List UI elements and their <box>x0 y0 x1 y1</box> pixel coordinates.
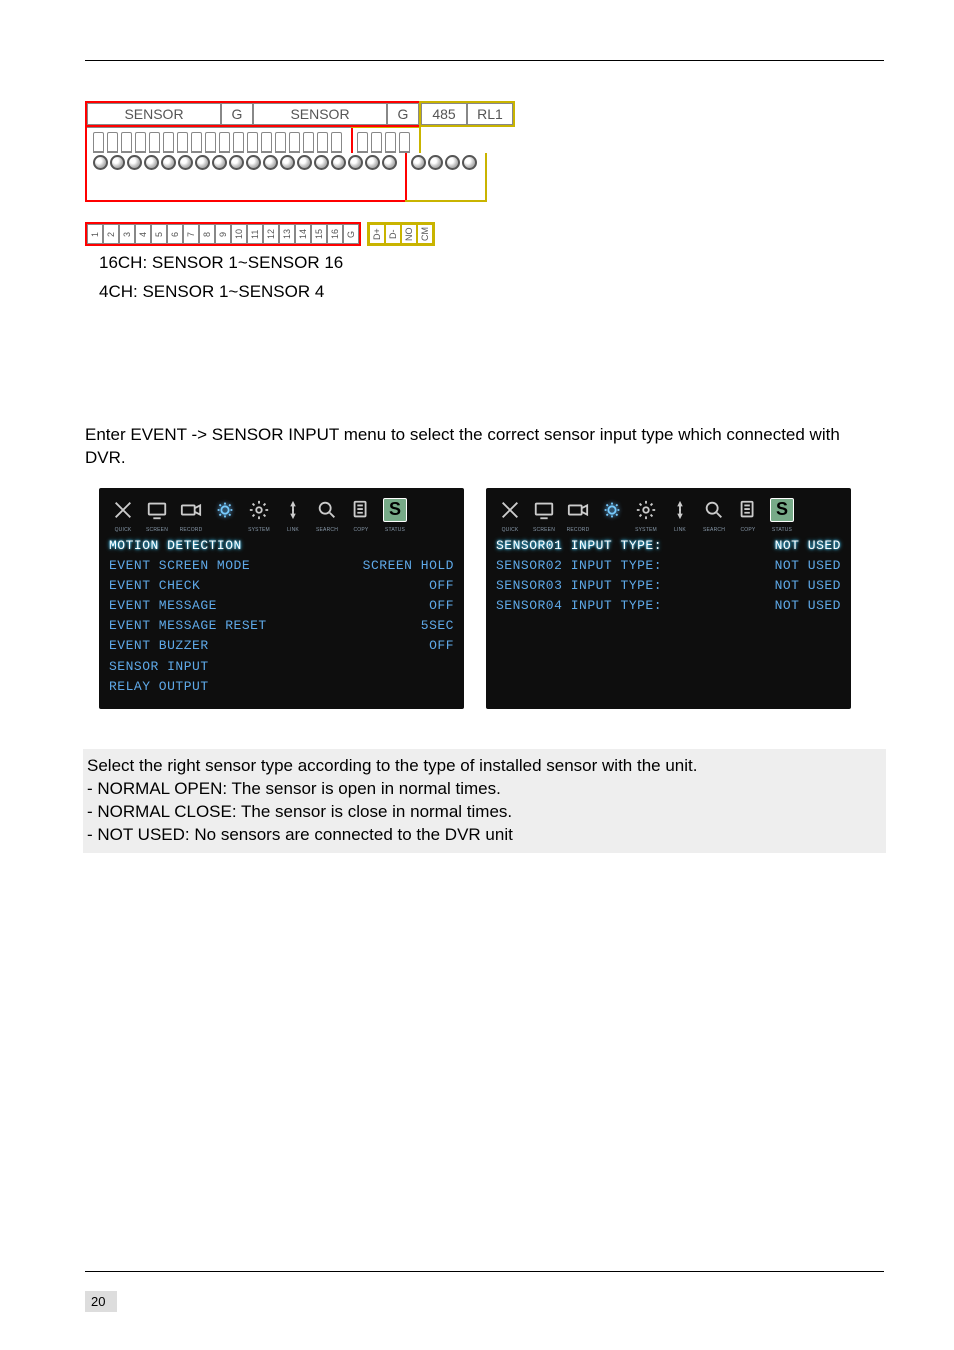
menu-item: EVENT MESSAGE RESET5SEC <box>109 616 454 636</box>
quick-icon: QUICK <box>496 496 524 524</box>
record-icon: RECORD <box>564 496 592 524</box>
copy-icon: COPY <box>734 496 762 524</box>
menu-item: EVENT MESSAGEOFF <box>109 596 454 616</box>
note-block: Select the right sensor type according t… <box>83 749 886 853</box>
paragraph-instruction: Enter EVENT -> SENSOR INPUT menu to sele… <box>85 424 884 470</box>
menu-screenshot-sensor-input: QUICK SCREEN RECORD SYSTEM LINK SEARCH C… <box>486 488 851 709</box>
copy-icon: COPY <box>347 496 375 524</box>
menu-item: SENSOR02 INPUT TYPE:NOT USED <box>496 556 841 576</box>
system-icon: SYSTEM <box>245 496 273 524</box>
menu-item: EVENT SCREEN MODESCREEN HOLD <box>109 556 454 576</box>
menu-item: RELAY OUTPUT <box>109 677 454 697</box>
note-line: - NOT USED: No sensors are connected to … <box>87 824 884 847</box>
screen-icon: SCREEN <box>143 496 171 524</box>
menu-item: SENSOR04 INPUT TYPE:NOT USED <box>496 596 841 616</box>
label-485: 485 <box>421 103 467 125</box>
menu-icon-bar: QUICK SCREEN RECORD SYSTEM LINK SEARCH C… <box>109 496 454 524</box>
menu-item: EVENT BUZZEROFF <box>109 636 454 656</box>
sensor-connector-diagram: SENSOR G SENSOR G 485 RL1 <box>85 101 545 246</box>
menu-item: EVENT CHECKOFF <box>109 576 454 596</box>
caption-4ch: 4CH: SENSOR 1~SENSOR 4 <box>99 281 884 304</box>
record-icon: RECORD <box>177 496 205 524</box>
quick-icon: QUICK <box>109 496 137 524</box>
menu-item: SENSOR INPUT <box>109 657 454 677</box>
link-icon: LINK <box>279 496 307 524</box>
sensor-label-1: SENSOR <box>87 103 221 125</box>
page-number: 20 <box>85 1291 117 1312</box>
g-label-1: G <box>221 103 253 125</box>
rule-top <box>85 60 884 61</box>
note-line: Select the right sensor type according t… <box>87 755 884 778</box>
sensor-block-right: 485 RL1 <box>419 101 515 127</box>
menu-icon-bar: QUICK SCREEN RECORD SYSTEM LINK SEARCH C… <box>496 496 841 524</box>
terminal-teeth-row <box>85 127 545 153</box>
system-icon: SYSTEM <box>632 496 660 524</box>
g-label-2: G <box>387 103 419 125</box>
search-icon: SEARCH <box>700 496 728 524</box>
event-icon <box>598 496 626 524</box>
link-icon: LINK <box>666 496 694 524</box>
status-icon: SSTATUS <box>768 496 796 524</box>
screen-icon: SCREEN <box>530 496 558 524</box>
note-line: - NORMAL OPEN: The sensor is open in nor… <box>87 778 884 801</box>
label-rl1: RL1 <box>467 103 513 125</box>
menu-item: SENSOR01 INPUT TYPE:NOT USED <box>496 536 841 556</box>
menu-item: MOTION DETECTION <box>109 536 454 556</box>
event-icon <box>211 496 239 524</box>
menu-list-event: MOTION DETECTION EVENT SCREEN MODESCREEN… <box>109 536 454 697</box>
terminal-circle-row <box>85 153 545 202</box>
menu-item: SENSOR03 INPUT TYPE:NOT USED <box>496 576 841 596</box>
caption-16ch: 16CH: SENSOR 1~SENSOR 16 <box>99 252 884 275</box>
terminal-number-row: 1 2 3 4 5 6 7 8 9 10 11 12 13 14 15 16 G… <box>85 222 545 246</box>
search-icon: SEARCH <box>313 496 341 524</box>
rule-bottom <box>85 1271 884 1272</box>
sensor-label-2: SENSOR <box>253 103 387 125</box>
menu-list-sensor-input: SENSOR01 INPUT TYPE:NOT USED SENSOR02 IN… <box>496 536 841 617</box>
note-line: - NORMAL CLOSE: The sensor is close in n… <box>87 801 884 824</box>
sensor-block-left: SENSOR G SENSOR G <box>85 101 421 127</box>
menu-screenshot-event: QUICK SCREEN RECORD SYSTEM LINK SEARCH C… <box>99 488 464 709</box>
status-icon: SSTATUS <box>381 496 409 524</box>
